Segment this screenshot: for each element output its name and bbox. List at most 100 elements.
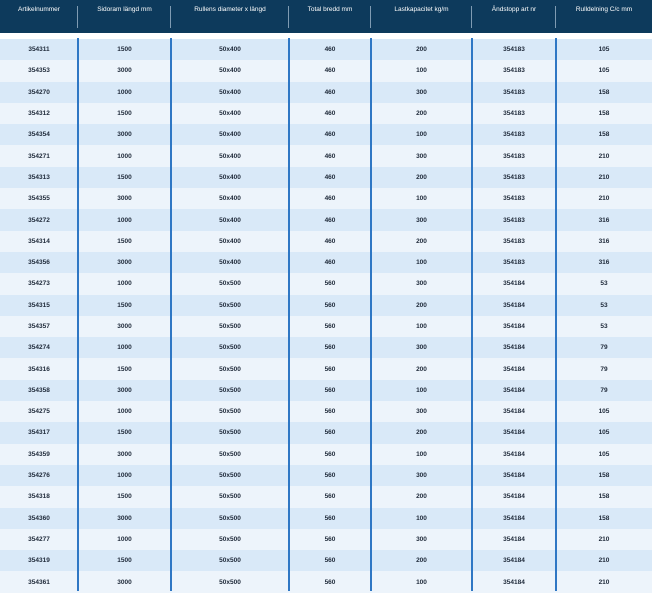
cell-rulldelning: 158 — [556, 507, 652, 529]
cell-rullens-diameter: 50x400 — [171, 230, 289, 252]
cell-sidoram-langd: 3000 — [78, 507, 171, 529]
cell-rullens-diameter: 50x500 — [171, 528, 289, 551]
cell-lastkapacitet: 200 — [371, 294, 472, 316]
header-sidoram-langd: Sidoram längd mm — [78, 0, 171, 33]
cell-rullens-diameter: 50x500 — [171, 315, 289, 338]
cell-andstopp: 354183 — [472, 39, 556, 61]
cell-artikelnummer: 354312 — [0, 102, 78, 125]
cell-artikelnummer: 354319 — [0, 550, 78, 572]
cell-artikelnummer: 354315 — [0, 294, 78, 316]
column-divider — [370, 38, 372, 591]
cell-sidoram-langd: 1000 — [78, 145, 171, 167]
cell-artikelnummer: 354318 — [0, 486, 78, 508]
cell-lastkapacitet: 200 — [371, 422, 472, 444]
cell-rulldelning: 158 — [556, 486, 652, 508]
cell-sidoram-langd: 1500 — [78, 294, 171, 316]
cell-andstopp: 354184 — [472, 464, 556, 487]
cell-rullens-diameter: 50x500 — [171, 273, 289, 295]
cell-artikelnummer: 354272 — [0, 209, 78, 231]
cell-artikelnummer: 354274 — [0, 337, 78, 359]
cell-rulldelning: 158 — [556, 124, 652, 146]
cell-lastkapacitet: 300 — [371, 145, 472, 167]
cell-rulldelning: 210 — [556, 188, 652, 210]
header-row: Artikelnummer Sidoram längd mm Rullens d… — [0, 0, 652, 33]
cell-lastkapacitet: 100 — [371, 315, 472, 338]
cell-artikelnummer: 354356 — [0, 251, 78, 274]
column-divider — [170, 38, 172, 591]
cell-lastkapacitet: 100 — [371, 251, 472, 274]
cell-rulldelning: 316 — [556, 230, 652, 252]
cell-lastkapacitet: 200 — [371, 358, 472, 380]
cell-andstopp: 354184 — [472, 443, 556, 465]
cell-artikelnummer: 354313 — [0, 166, 78, 189]
cell-rulldelning: 79 — [556, 379, 652, 402]
cell-andstopp: 354183 — [472, 188, 556, 210]
cell-rullens-diameter: 50x500 — [171, 550, 289, 572]
cell-andstopp: 354183 — [472, 60, 556, 82]
cell-lastkapacitet: 300 — [371, 337, 472, 359]
cell-rullens-diameter: 50x400 — [171, 188, 289, 210]
cell-andstopp: 354184 — [472, 528, 556, 551]
cell-rullens-diameter: 50x500 — [171, 379, 289, 402]
cell-artikelnummer: 354311 — [0, 39, 78, 61]
cell-lastkapacitet: 100 — [371, 379, 472, 402]
column-divider — [288, 38, 290, 591]
cell-sidoram-langd: 1000 — [78, 528, 171, 551]
cell-andstopp: 354184 — [472, 337, 556, 359]
cell-rulldelning: 210 — [556, 528, 652, 551]
cell-rulldelning: 158 — [556, 81, 652, 103]
cell-total-bredd: 560 — [289, 422, 371, 444]
cell-total-bredd: 560 — [289, 401, 371, 423]
cell-sidoram-langd: 3000 — [78, 443, 171, 465]
cell-sidoram-langd: 3000 — [78, 188, 171, 210]
cell-total-bredd: 560 — [289, 550, 371, 572]
cell-total-bredd: 560 — [289, 571, 371, 593]
cell-lastkapacitet: 300 — [371, 528, 472, 551]
column-divider — [555, 38, 557, 591]
cell-rulldelning: 79 — [556, 337, 652, 359]
cell-sidoram-langd: 1500 — [78, 166, 171, 189]
cell-rullens-diameter: 50x400 — [171, 81, 289, 103]
cell-andstopp: 354184 — [472, 273, 556, 295]
cell-sidoram-langd: 1000 — [78, 209, 171, 231]
cell-lastkapacitet: 200 — [371, 550, 472, 572]
cell-rulldelning: 53 — [556, 294, 652, 316]
cell-andstopp: 354184 — [472, 486, 556, 508]
cell-rullens-diameter: 50x500 — [171, 486, 289, 508]
cell-rullens-diameter: 50x400 — [171, 166, 289, 189]
cell-rullens-diameter: 50x500 — [171, 401, 289, 423]
cell-total-bredd: 460 — [289, 60, 371, 82]
cell-rullens-diameter: 50x400 — [171, 124, 289, 146]
cell-sidoram-langd: 1500 — [78, 486, 171, 508]
cell-artikelnummer: 354358 — [0, 379, 78, 402]
cell-andstopp: 354184 — [472, 401, 556, 423]
cell-sidoram-langd: 1000 — [78, 337, 171, 359]
cell-andstopp: 354184 — [472, 358, 556, 380]
cell-rulldelning: 210 — [556, 571, 652, 593]
cell-rulldelning: 210 — [556, 145, 652, 167]
cell-rulldelning: 158 — [556, 102, 652, 125]
cell-total-bredd: 560 — [289, 443, 371, 465]
cell-lastkapacitet: 200 — [371, 166, 472, 189]
cell-total-bredd: 460 — [289, 209, 371, 231]
cell-artikelnummer: 354360 — [0, 507, 78, 529]
cell-artikelnummer: 354353 — [0, 60, 78, 82]
cell-lastkapacitet: 300 — [371, 401, 472, 423]
cell-rulldelning: 53 — [556, 315, 652, 338]
cell-rullens-diameter: 50x500 — [171, 443, 289, 465]
cell-rulldelning: 210 — [556, 166, 652, 189]
cell-total-bredd: 560 — [289, 507, 371, 529]
cell-rullens-diameter: 50x400 — [171, 145, 289, 167]
cell-lastkapacitet: 100 — [371, 443, 472, 465]
cell-rulldelning: 316 — [556, 251, 652, 274]
cell-artikelnummer: 354277 — [0, 528, 78, 551]
cell-rullens-diameter: 50x400 — [171, 60, 289, 82]
cell-andstopp: 354184 — [472, 379, 556, 402]
cell-total-bredd: 560 — [289, 486, 371, 508]
header-rulldelning: Rulldelning C/c mm — [556, 0, 652, 33]
cell-andstopp: 354184 — [472, 571, 556, 593]
cell-rulldelning: 105 — [556, 401, 652, 423]
cell-rulldelning: 105 — [556, 60, 652, 82]
column-divider — [471, 38, 473, 591]
cell-rullens-diameter: 50x400 — [171, 39, 289, 61]
